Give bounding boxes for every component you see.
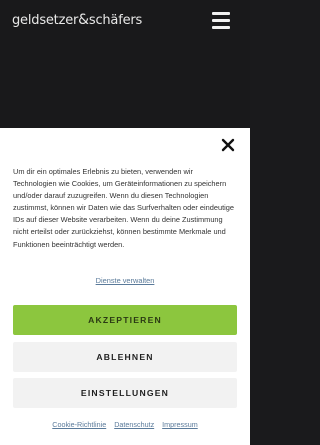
cookie-policy-link[interactable]: Cookie-Richtlinie	[52, 420, 106, 429]
deny-button[interactable]: ABLEHNEN	[13, 342, 237, 372]
site-header: geldsetzer&schäfers	[0, 0, 250, 128]
footer-links: Cookie-Richtlinie Datenschutz Impressum	[0, 420, 250, 429]
logo-text-part1: geldsetzer	[12, 13, 79, 28]
close-icon[interactable]	[221, 138, 235, 152]
accept-button[interactable]: AKZEPTIEREN	[13, 305, 237, 335]
consent-message: Um dir ein optimales Erlebnis zu bieten,…	[13, 167, 235, 249]
hamburger-menu-icon[interactable]	[212, 12, 230, 29]
logo-ampersand: &	[78, 12, 89, 28]
cookie-consent-dialog: Um dir ein optimales Erlebnis zu bieten,…	[0, 128, 250, 445]
manage-services-link[interactable]: Dienste verwalten	[0, 276, 250, 285]
settings-button[interactable]: EINSTELLUNGEN	[13, 378, 237, 408]
privacy-link[interactable]: Datenschutz	[114, 420, 154, 429]
imprint-link[interactable]: Impressum	[162, 420, 198, 429]
logo-text-part2: schäfers	[88, 13, 143, 28]
site-logo[interactable]: geldsetzer&schäfers	[12, 12, 142, 28]
